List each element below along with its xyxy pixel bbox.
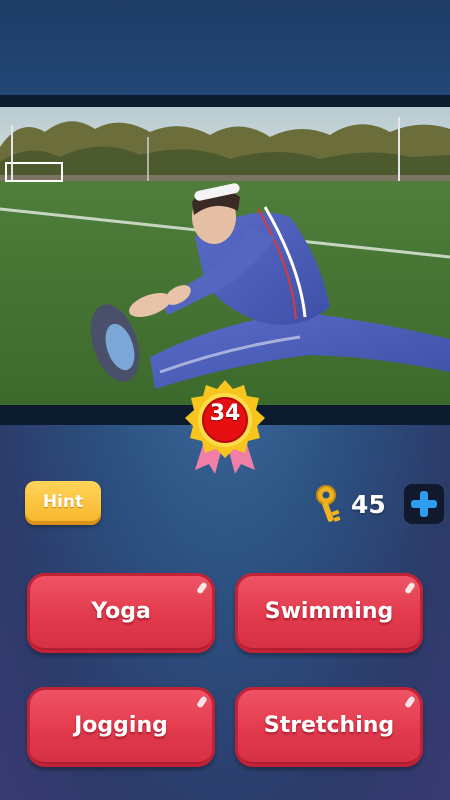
answer-button-jogging[interactable]: Jogging [27, 687, 215, 767]
level-number: 34 [209, 401, 241, 426]
level-badge-icon [185, 380, 265, 474]
answer-button-swimming[interactable]: Swimming [235, 573, 423, 653]
answer-label: Jogging [74, 713, 168, 738]
answer-label: Yoga [91, 599, 151, 624]
quiz-photo [0, 107, 450, 405]
key-icon [316, 485, 341, 522]
answer-button-yoga[interactable]: Yoga [27, 573, 215, 653]
photo-frame [0, 95, 450, 425]
shine-highlight [404, 581, 416, 595]
answer-label: Swimming [264, 599, 394, 624]
shine-highlight [196, 695, 208, 709]
shine-highlight [196, 581, 208, 595]
key-counter: 45 [315, 484, 386, 524]
key-count: 45 [351, 489, 386, 519]
quiz-photo-image [0, 107, 450, 405]
plus-icon [411, 491, 437, 517]
level-badge: 34 [183, 380, 267, 476]
add-keys-button[interactable] [404, 484, 444, 524]
answer-label: Stretching [263, 713, 395, 738]
top-bar [0, 0, 450, 95]
hint-button[interactable]: Hint [25, 481, 101, 525]
shine-highlight [404, 695, 416, 709]
answer-button-stretching[interactable]: Stretching [235, 687, 423, 767]
